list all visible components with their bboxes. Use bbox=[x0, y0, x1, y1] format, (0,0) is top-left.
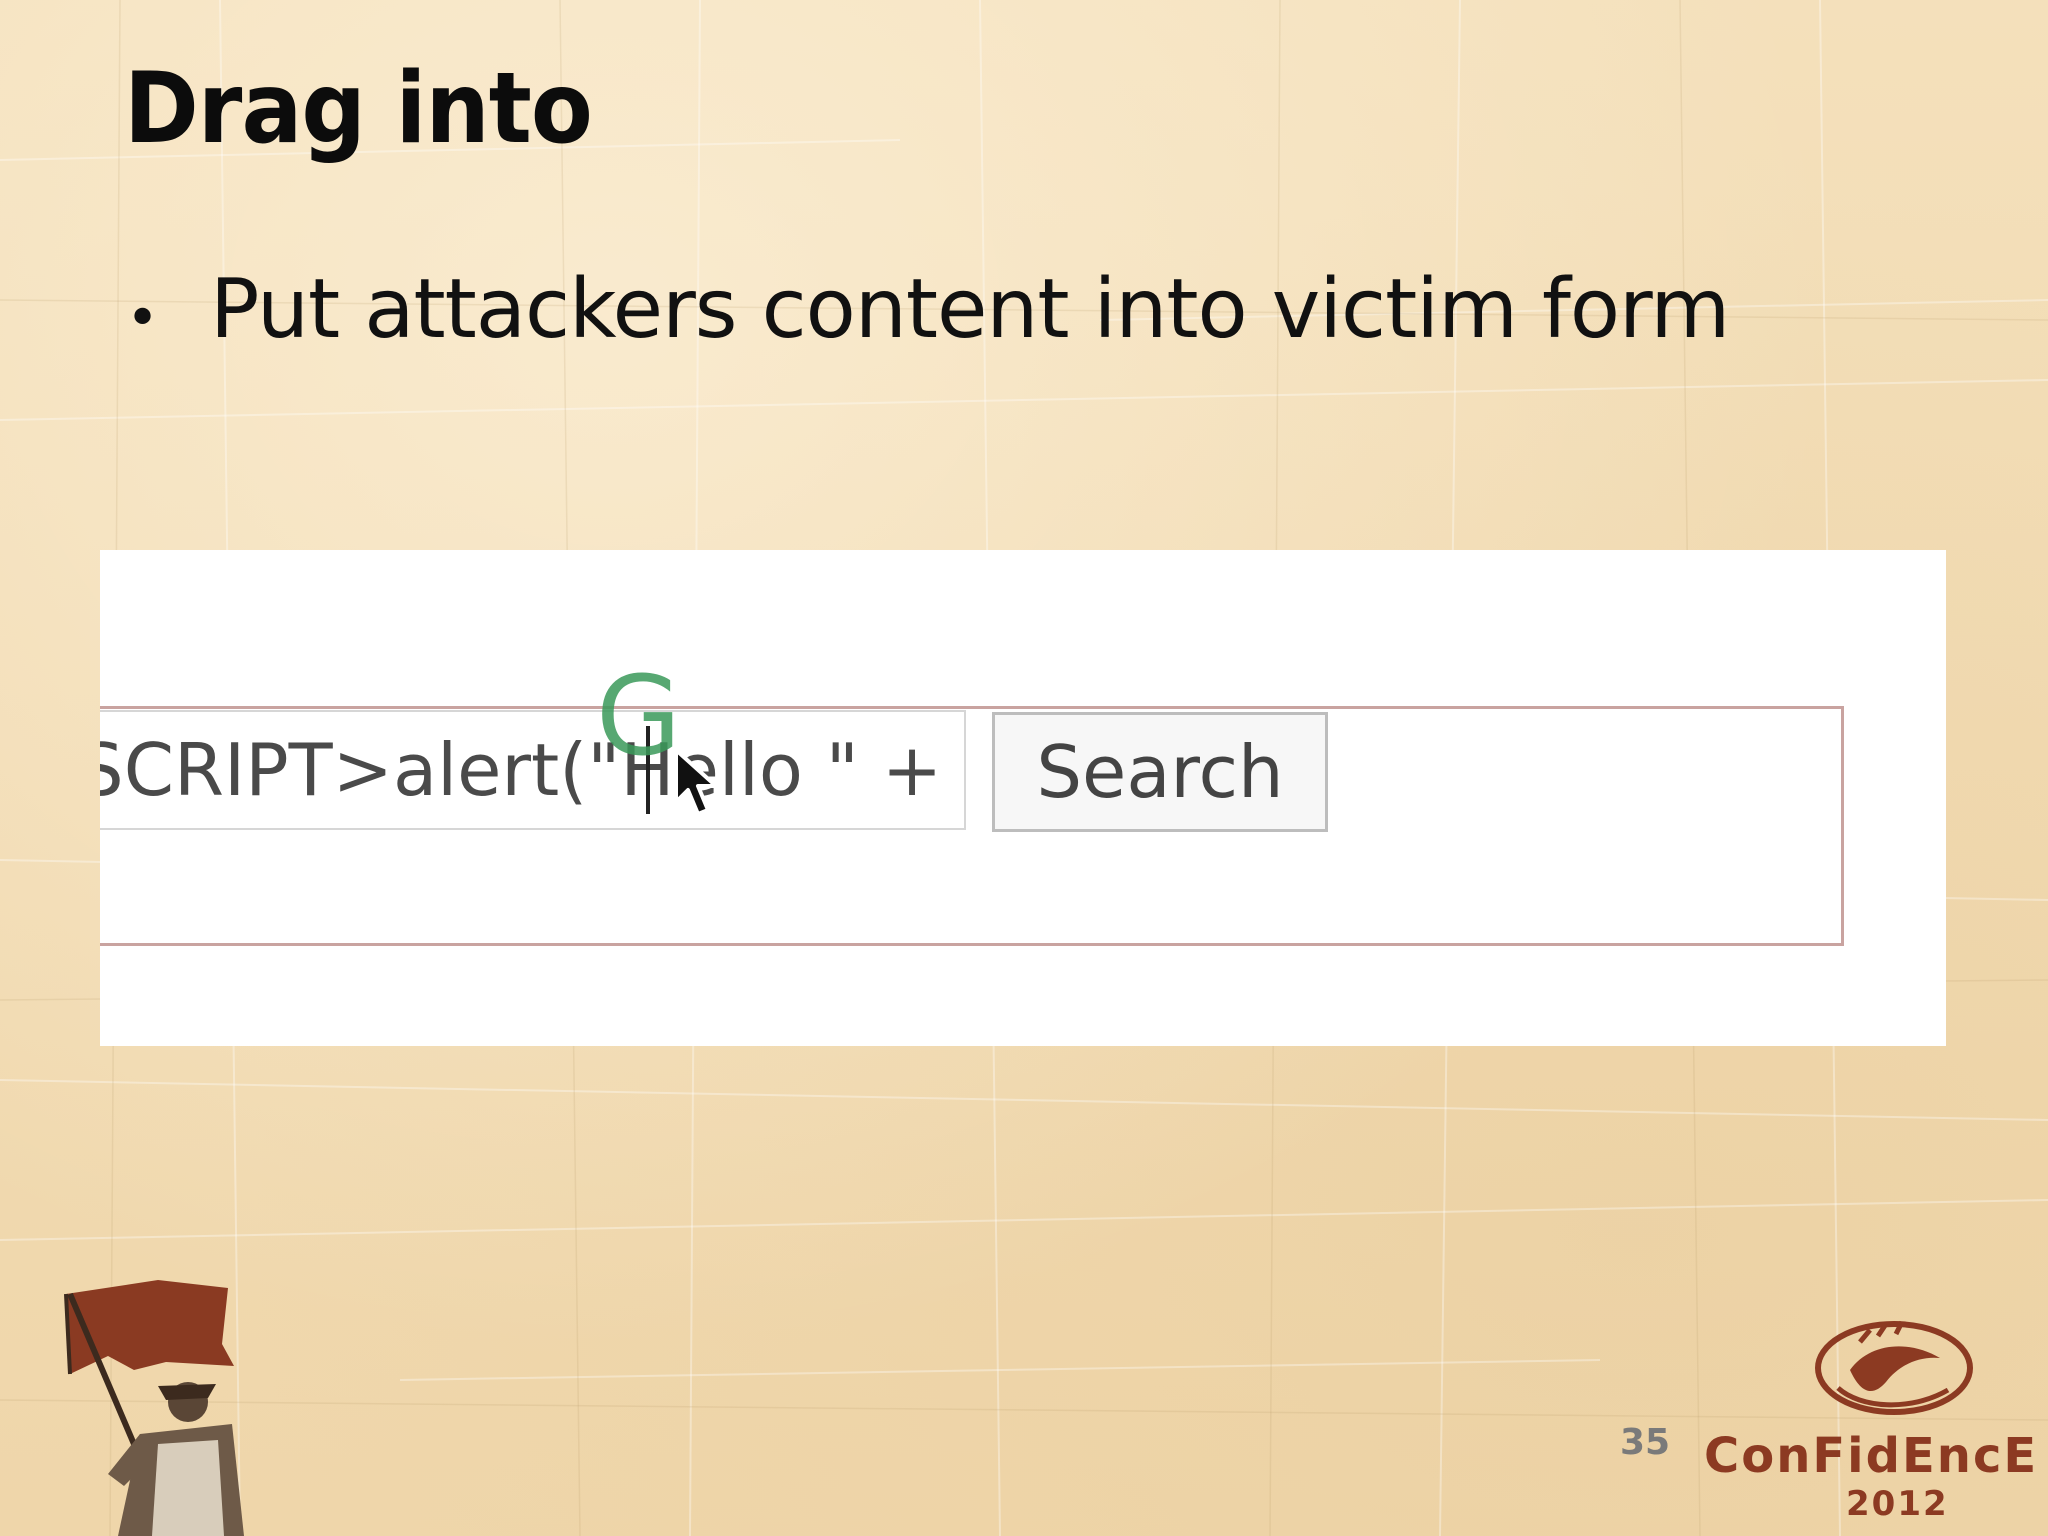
brand-year: 2012 bbox=[1846, 1484, 1949, 1524]
drag-copy-icon: G bbox=[596, 652, 682, 780]
bullet-item: • Put attackers content into victim form bbox=[126, 262, 1730, 357]
cursor-arrow-icon bbox=[674, 748, 718, 816]
brand-name: ConFidEncE bbox=[1704, 1428, 2039, 1484]
slide-title: Drag into bbox=[124, 52, 593, 166]
flag-bearer-logo bbox=[64, 1280, 244, 1536]
bullet-text: Put attackers content into victim form bbox=[210, 262, 1730, 357]
bullet-dot-icon: • bbox=[126, 286, 160, 351]
search-button[interactable]: Search bbox=[992, 712, 1328, 832]
page-number: 35 bbox=[1620, 1422, 1671, 1463]
embedded-screenshot: SCRIPT>alert("Hello " + G Search bbox=[100, 550, 1946, 1046]
search-input[interactable]: SCRIPT>alert("Hello " + bbox=[100, 710, 966, 830]
slide: Drag into • Put attackers content into v… bbox=[0, 0, 2048, 1536]
